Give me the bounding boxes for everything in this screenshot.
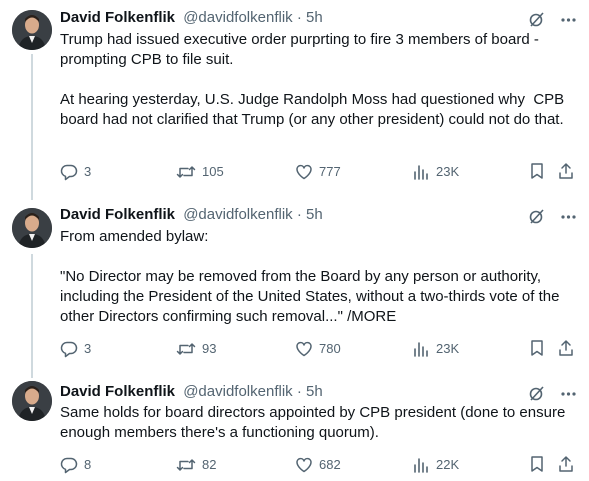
views-button[interactable]: 22K <box>412 455 459 475</box>
tweet-actions: 8 82 682 22K <box>60 455 575 475</box>
bookmark-button[interactable] <box>528 339 546 357</box>
bookmark-button[interactable] <box>528 455 546 473</box>
views-button[interactable]: 23K <box>412 162 459 182</box>
tweet-actions: 3 93 780 23K <box>60 339 575 359</box>
avatar[interactable] <box>12 10 52 50</box>
timestamp[interactable]: 5h <box>306 206 323 223</box>
tweet-top-icons <box>527 10 577 28</box>
tweet[interactable]: David Folkenflik @davidfolkenflik · 5h S… <box>0 378 589 481</box>
separator-dot: · <box>296 383 302 400</box>
tweet[interactable]: David Folkenflik @davidfolkenflik · 5h T… <box>0 0 589 200</box>
tweet-text: Trump had issued executive order purprti… <box>60 31 565 128</box>
views-icon <box>414 458 428 473</box>
separator-dot: · <box>296 206 302 223</box>
reply-button[interactable]: 8 <box>60 455 91 475</box>
tweet-actions: 3 105 777 23K <box>60 162 575 182</box>
share-icon <box>559 163 573 179</box>
share-icon <box>559 340 573 356</box>
tweet-header: David Folkenflik @davidfolkenflik · 5h <box>60 9 529 27</box>
repost-button[interactable]: 93 <box>176 339 216 359</box>
timestamp[interactable]: 5h <box>306 9 323 26</box>
reply-icon <box>60 164 78 181</box>
more-options-icon[interactable] <box>559 384 577 402</box>
repost-count: 105 <box>202 164 224 179</box>
repost-count: 82 <box>202 457 217 472</box>
tweet-header: David Folkenflik @davidfolkenflik · 5h <box>60 383 529 401</box>
author-handle[interactable]: @davidfolkenflik <box>183 206 292 223</box>
author-handle[interactable]: @davidfolkenflik <box>183 383 292 400</box>
bookmark-icon <box>531 456 543 472</box>
tweet-header: David Folkenflik @davidfolkenflik · 5h <box>60 206 529 224</box>
reply-button[interactable]: 3 <box>60 162 91 182</box>
share-button[interactable] <box>557 162 575 180</box>
author-name[interactable]: David Folkenflik <box>60 9 175 26</box>
share-button[interactable] <box>557 455 575 473</box>
reply-icon <box>60 341 78 358</box>
view-count: 23K <box>436 164 460 179</box>
heart-icon <box>296 457 312 473</box>
grok-icon[interactable] <box>527 384 545 402</box>
repost-icon <box>176 166 196 178</box>
reply-button[interactable]: 3 <box>60 339 91 359</box>
repost-icon <box>176 343 196 355</box>
tweet-text: Same holds for board directors appointed… <box>60 404 570 441</box>
author-handle[interactable]: @davidfolkenflik <box>183 9 292 26</box>
like-button[interactable]: 777 <box>295 162 341 182</box>
grok-icon[interactable] <box>527 207 545 225</box>
reply-count: 3 <box>84 164 92 179</box>
bookmark-button[interactable] <box>528 162 546 180</box>
separator-dot: · <box>296 9 302 26</box>
views-button[interactable]: 23K <box>412 339 459 359</box>
like-count: 682 <box>319 457 341 472</box>
like-count: 780 <box>319 341 341 356</box>
reply-count: 3 <box>84 341 92 356</box>
repost-count: 93 <box>202 341 217 356</box>
author-name[interactable]: David Folkenflik <box>60 383 175 400</box>
repost-button[interactable]: 82 <box>176 455 216 475</box>
heart-icon <box>296 341 312 357</box>
tweet-text: From amended bylaw: "No Director may be … <box>60 228 560 325</box>
like-count: 777 <box>319 164 341 179</box>
bookmark-icon <box>531 340 543 356</box>
timestamp[interactable]: 5h <box>306 383 323 400</box>
views-icon <box>414 165 428 180</box>
like-button[interactable]: 780 <box>295 339 341 359</box>
share-icon <box>559 456 573 472</box>
grok-icon[interactable] <box>527 10 545 28</box>
bookmark-icon <box>531 163 543 179</box>
like-button[interactable]: 682 <box>295 455 341 475</box>
more-options-icon[interactable] <box>559 207 577 225</box>
reply-count: 8 <box>84 457 92 472</box>
thread-line <box>31 54 33 200</box>
view-count: 22K <box>436 457 460 472</box>
reply-icon <box>60 457 78 474</box>
avatar[interactable] <box>12 381 52 421</box>
heart-icon <box>296 164 312 180</box>
more-options-icon[interactable] <box>559 10 577 28</box>
thread-line <box>31 254 33 378</box>
tweet-top-icons <box>527 207 577 225</box>
share-button[interactable] <box>557 339 575 357</box>
views-icon <box>414 342 428 357</box>
repost-icon <box>176 459 196 471</box>
avatar[interactable] <box>12 208 52 248</box>
tweet[interactable]: David Folkenflik @davidfolkenflik · 5h F… <box>0 200 589 378</box>
repost-button[interactable]: 105 <box>176 162 224 182</box>
author-name[interactable]: David Folkenflik <box>60 206 175 223</box>
view-count: 23K <box>436 341 460 356</box>
tweet-top-icons <box>527 384 577 402</box>
